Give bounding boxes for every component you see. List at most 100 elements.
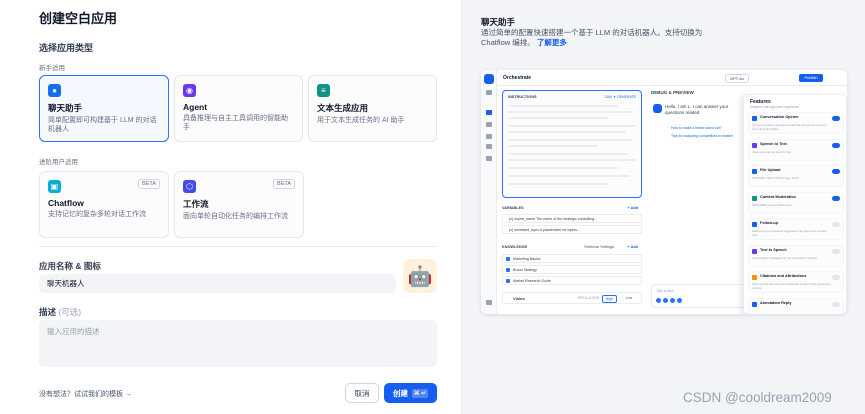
app-icon-picker[interactable]: 🤖 [403,259,437,293]
chat-input-placeholder: Talk to Bot [656,289,674,293]
feature-name: Conversation Opener [760,115,799,119]
chat-bubble-icon: ● [48,84,61,97]
nav-icon [486,156,492,161]
knowledge-label: KNOWLEDGE [502,245,528,249]
app-type-card-agent[interactable]: ◉ Agent 具备推理与自主工具调用的智能助手 [174,75,303,142]
text-line [508,117,608,119]
nav-icon [486,134,492,139]
publish-button: Publish [799,74,823,82]
nav-icon [486,144,492,149]
description-label: 描述 (可选) [39,306,81,318]
app-name-input[interactable]: 聊天机器人 [39,274,396,293]
vision-setting: Vision RESOLUTION High Low [502,292,642,304]
app-type-card-chatflow[interactable]: ▣ BETA Chatflow 支持记忆的复杂多轮对话工作流 [39,171,169,238]
feature-dots [656,298,682,303]
model-selector: GPT-4o [725,74,749,83]
feature-desc: You are an entity consultant model that … [752,123,827,131]
preview-header: Orchestrate GPT-4o Publish [497,70,847,86]
feature-toggle [832,275,840,280]
preview-description: 通过简单的配置快速搭建一个基于 LLM 的对话机器人。支持切换为 Chatflo… [481,28,711,48]
feature-name: Text to Speech [760,247,787,252]
card-desc: 支持记忆的复杂多轮对话工作流 [48,211,146,218]
cancel-button[interactable]: 取消 [345,383,379,403]
app-type-card-textgen[interactable]: ≡ 文本生成应用 用于文本生成任务的 AI 助手 [308,75,437,142]
knowledge-row: Market Research Guide [502,276,642,285]
workflow-icon: ⬡ [183,180,196,193]
card-title: 工作流 [183,199,209,209]
vision-label: Vision [513,296,525,301]
feature-toggle [832,142,840,148]
feature-icon [752,142,757,148]
feature-name: Speech to Text [760,141,787,146]
app-type-card-workflow[interactable]: ⬡ BETA 工作流 面向单轮自动化任务的编排工作流 [174,171,304,238]
feature-item: Citations and Attributions Show source do… [748,271,844,293]
nav-icon [486,300,492,305]
preview-screenshot: Orchestrate GPT-4o Publish INSTRUCTIONS … [481,70,847,314]
feature-name: Follow-up [760,221,778,225]
app-type-card-chatbot[interactable]: ● 聊天助手 简单配置即可构建基于 LLM 的对话机器人 [39,75,169,142]
features-panel: Features Enhance web app user experience… [743,94,847,314]
app-name-label: 应用名称 & 图标 [39,261,101,271]
robot-icon: 🤖 [407,265,433,288]
chat-input: Talk to Bot [651,284,746,308]
instructions-box: INSTRUCTIONS 2164 ✦ GENERATE [502,90,642,198]
feature-item: Content Moderation PROVIDER OpenAI Modera… [748,191,844,214]
feature-item: File Upload SUPPORT FILE TYPES Image, Doc… [748,165,844,187]
watermark: CSDN @cooldream2009 [683,390,832,405]
text-line [508,167,618,169]
card-desc: 具备推理与自主工具调用的智能助手 [183,115,288,131]
text-line [508,145,598,147]
create-app-panel: 创建空白应用 选择应用类型 新手适用 ● 聊天助手 简单配置即可构建基于 LLM… [0,0,462,414]
template-link[interactable]: 没有想法？试试我们的模板 → [39,389,132,399]
app-logo-icon [484,74,494,84]
text-line [508,153,628,155]
feature-desc: Show source document and attributed sect… [752,282,830,290]
text-line [508,105,618,107]
beta-badge: BETA [273,179,295,189]
feature-desc: Voice input can be used in chat [752,149,791,154]
feature-item: Annotation Reply [748,297,844,314]
text-line [508,175,630,177]
feature-icon [752,301,757,307]
feature-desc: SUPPORT FILE TYPES Image, Docs [752,176,799,180]
feature-item: Text to Speech Conversation messages can … [748,244,844,267]
group-beginner-label: 新手适用 [39,65,65,72]
chatflow-icon: ▣ [48,180,61,193]
token-count: 2164 [604,95,613,99]
text-line [508,125,636,127]
app-type-heading: 选择应用类型 [39,43,94,53]
feature-toggle [832,195,840,201]
page-title: 创建空白应用 [39,11,118,26]
learn-more-link[interactable]: 了解更多 [537,38,567,47]
generate-button: 2164 ✦ GENERATE [604,95,636,99]
add-knowledge-button: + Add [627,245,638,249]
suggested-question: How to make a brand stand out? [671,126,722,130]
card-desc: 简单配置即可构建基于 LLM 的对话机器人 [48,117,157,133]
description-textarea[interactable]: 输入应用的描述 [39,320,437,367]
group-advanced-label: 进阶用户适用 [39,159,78,166]
suggested-question: Tips for analyzing competitors in market [671,134,733,138]
debug-preview-label: DEBUG & PREVIEW [651,90,694,95]
text-line [508,131,626,133]
text-line [508,139,633,141]
feature-toggle [832,169,840,174]
feature-name: Annotation Reply [760,300,792,305]
feature-icon [752,169,757,174]
create-button-label: 创建 [392,388,408,398]
feature-desc: PROVIDER OpenAI Moderation [752,202,792,207]
feature-icon [752,222,757,227]
feature-icon [752,116,757,121]
create-button[interactable]: 创建 ⌘ ↵ [384,383,437,403]
feature-item: Speech to Text Voice input can be used in… [748,138,844,161]
feature-toggle [832,116,840,121]
feature-name: Citations and Attributions [760,274,807,278]
beta-badge: BETA [138,179,160,189]
knowledge-row: Marketing Basics [502,254,642,263]
text-line [508,111,633,113]
features-subtitle: Enhance web app user experience [750,105,800,109]
preview-description-text: 通过简单的配置快速搭建一个基于 LLM 的对话机器人。支持切换为 Chatflo… [481,28,703,47]
card-desc: 用于文本生成任务的 AI 助手 [317,117,405,124]
nav-icon [486,110,492,115]
resolution-label: RESOLUTION [577,296,599,300]
variables-label: VARIABLES [502,206,524,210]
